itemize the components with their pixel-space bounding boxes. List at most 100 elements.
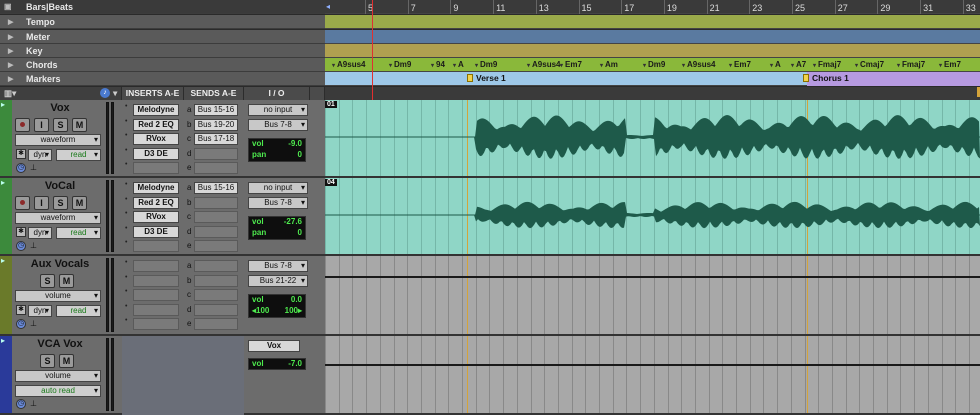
automation-dyn-selector[interactable]: dyn	[28, 227, 52, 239]
chevron-down-icon[interactable]: ▾	[113, 87, 117, 100]
chord-item[interactable]: ▾ Am	[600, 60, 618, 69]
insert-slot-5[interactable]	[133, 162, 179, 174]
track-expand-icon[interactable]: ▸	[1, 178, 5, 187]
send-slot-a[interactable]	[194, 260, 238, 272]
send-slot-a[interactable]: Bus 15-16	[194, 104, 238, 116]
vca-group-selector[interactable]: Vox	[248, 340, 300, 352]
marker-chorus-1[interactable]: Chorus 1	[803, 73, 849, 83]
output-selector[interactable]: Bus 21-22	[248, 275, 308, 287]
chord-item[interactable]: ▾ A7	[791, 60, 806, 69]
chord-item[interactable]: ▾ Em7	[560, 60, 582, 69]
send-slot-e[interactable]	[194, 318, 238, 330]
vol-value[interactable]: -9.0	[288, 139, 302, 148]
record-enable-button[interactable]	[15, 118, 30, 132]
mute-button[interactable]: M	[59, 274, 74, 288]
insert-slot-4[interactable]	[133, 303, 179, 316]
send-slot-d[interactable]	[194, 303, 238, 316]
chord-item[interactable]: ▾ Em7	[939, 60, 961, 69]
chord-item[interactable]: ▾ A9sus4	[332, 60, 365, 69]
playlist-icon[interactable]: ⊥	[30, 319, 37, 328]
ruler-options-icon[interactable]: ▣	[4, 2, 12, 11]
key-lane[interactable]	[325, 44, 980, 58]
send-slot-b[interactable]: Bus 19-20	[194, 118, 238, 131]
send-slot-d[interactable]	[194, 225, 238, 238]
automation-icon[interactable]: ✱	[16, 149, 26, 159]
pan-value[interactable]: 0	[298, 228, 302, 237]
send-slot-c[interactable]	[194, 211, 238, 223]
input-selector[interactable]: no input	[248, 104, 308, 116]
solo-button[interactable]: S	[53, 118, 68, 132]
volume-pan-display[interactable]: vol -7.0	[248, 358, 306, 370]
pan-right-value[interactable]: 100▸	[285, 306, 302, 315]
track-expand-icon[interactable]: ▸	[1, 100, 5, 109]
column-options-icon[interactable]: ▥▾	[4, 87, 16, 100]
playlist-icon[interactable]: ⊥	[30, 241, 37, 250]
track-name[interactable]: Aux Vocals	[15, 258, 105, 270]
track-view-selector[interactable]: volume	[15, 370, 101, 382]
tempo-lane[interactable]	[325, 15, 980, 29]
insert-slot-2[interactable]	[133, 274, 179, 287]
edit-lane-vocal[interactable]: 04	[325, 178, 980, 256]
volume-automation-line[interactable]	[325, 364, 980, 366]
insert-slot-3[interactable]	[133, 289, 179, 301]
vol-value[interactable]: -27.6	[284, 217, 302, 226]
automation-dyn-selector[interactable]: dyn	[28, 305, 52, 317]
chord-item[interactable]: ▾ Fmaj7	[897, 60, 925, 69]
chord-item[interactable]: ▾ A	[770, 60, 781, 69]
ruler-nav-left-icon[interactable]: ◂	[326, 2, 330, 11]
mute-button[interactable]: M	[59, 354, 74, 368]
pan-left-value[interactable]: ◂100	[252, 306, 269, 315]
track-color-bar[interactable]: ▸	[0, 100, 12, 176]
playhead-line[interactable]	[372, 0, 373, 100]
volume-automation-line[interactable]	[325, 276, 980, 278]
chord-item[interactable]: ▾ A9sus4	[527, 60, 560, 69]
meter-ruler-header[interactable]: ▶ Meter	[0, 30, 325, 44]
volume-pan-display[interactable]: vol -27.6 pan 0	[248, 216, 306, 240]
timebase-icon[interactable]: ♪	[100, 88, 110, 98]
output-selector[interactable]: Bus 7-8	[248, 119, 308, 131]
solo-button[interactable]: S	[40, 354, 55, 368]
send-slot-b[interactable]	[194, 196, 238, 209]
chord-item[interactable]: ▾ Em7	[729, 60, 751, 69]
chord-item[interactable]: ▾ 94	[431, 60, 445, 69]
track-expand-icon[interactable]: ▸	[1, 256, 5, 265]
automation-mode-selector[interactable]: read	[56, 149, 101, 161]
track-view-selector[interactable]: volume	[15, 290, 101, 302]
edit-lane-vox[interactable]: 01	[325, 100, 980, 178]
send-slot-c[interactable]: Bus 17-18	[194, 133, 238, 145]
send-slot-d[interactable]	[194, 147, 238, 160]
chord-item[interactable]: ▾ Dm9	[643, 60, 665, 69]
track-name[interactable]: Vox	[15, 102, 105, 114]
track-timebase-icon[interactable]: ◷	[16, 319, 26, 329]
output-selector[interactable]: Bus 7-8	[248, 197, 308, 209]
tempo-ruler-header[interactable]: ▶ Tempo	[0, 15, 325, 29]
chord-item[interactable]: ▾ Dm9	[475, 60, 497, 69]
send-slot-c[interactable]	[194, 289, 238, 301]
insert-slot-1[interactable]	[133, 260, 179, 272]
track-expand-icon[interactable]: ▸	[1, 336, 5, 345]
automation-mode-selector[interactable]: read	[56, 305, 101, 317]
track-view-selector[interactable]: waveform	[15, 212, 101, 224]
automation-dyn-selector[interactable]: dyn	[28, 149, 52, 161]
edit-lane-vca-vox[interactable]	[325, 336, 980, 415]
vol-value[interactable]: 0.0	[291, 295, 302, 304]
bar-ruler[interactable]: ◂ 5 7 9 11 13 15 17 19 21 23 25 27 29 31 33	[325, 0, 980, 14]
insert-slot-4[interactable]: D3 DE	[133, 225, 179, 238]
volume-pan-display[interactable]: vol 0.0 ◂100 100▸	[248, 294, 306, 318]
automation-mode-selector[interactable]: auto read	[15, 385, 101, 397]
mute-button[interactable]: M	[72, 118, 87, 132]
chords-lane[interactable]: ▾ A9sus4 ▾ Dm9 ▾ 94 ▾ A ▾ Dm9 ▾ A9sus4 ▾ Em7 ▾ Am ▾ Dm9 ▾ A…	[325, 58, 980, 72]
expand-arrow-icon[interactable]: ▶	[8, 18, 13, 26]
send-slot-e[interactable]	[194, 240, 238, 252]
insert-slot-4[interactable]: D3 DE	[133, 147, 179, 160]
insert-slot-5[interactable]	[133, 240, 179, 252]
meter-lane[interactable]	[325, 30, 980, 44]
mute-button[interactable]: M	[72, 196, 87, 210]
expand-arrow-icon[interactable]: ▶	[8, 47, 13, 55]
automation-icon[interactable]: ✱	[16, 305, 26, 315]
chord-item[interactable]: ▾ Dm9	[389, 60, 411, 69]
insert-slot-1[interactable]: Melodyne	[133, 104, 179, 116]
track-color-bar[interactable]: ▸	[0, 178, 12, 254]
track-timebase-icon[interactable]: ◷	[16, 399, 26, 409]
chord-item[interactable]: ▾ A9sus4	[682, 60, 715, 69]
